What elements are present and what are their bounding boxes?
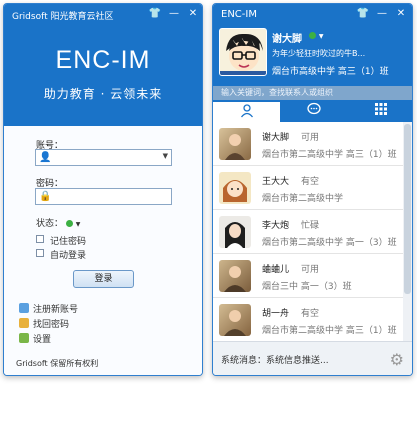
contact-row[interactable]: 胡一舟 有空 烟台市第二高级中学 高三（1）班: [213, 298, 403, 342]
online-status-icon: [309, 32, 316, 39]
main-window-title: ENC-IM: [221, 9, 257, 20]
contact-avatar: [219, 260, 251, 292]
copyright-text: Gridsoft 保留所有权利: [16, 359, 99, 368]
contact-school: 烟台市第二高级中学 高三（1）班: [262, 150, 397, 160]
personal-signature[interactable]: 为年少轻狂时吹过的牛B...: [272, 48, 410, 59]
skin-icon[interactable]: 👕: [148, 7, 162, 21]
user-school: 烟台市高级中学 高三（1）班: [272, 67, 389, 77]
settings-label: 设置: [33, 335, 52, 345]
lock-icon: 🔒: [39, 191, 52, 202]
login-button[interactable]: 登录: [73, 270, 134, 288]
contact-status: 忙碌: [301, 221, 320, 231]
tab-chats[interactable]: [280, 100, 347, 122]
scrollbar-thumb[interactable]: [404, 124, 411, 294]
contact-avatar: [219, 304, 251, 336]
contact-status: 有空: [301, 177, 320, 187]
main-tabs: [213, 100, 412, 122]
register-link[interactable]: 注册新账号: [19, 302, 78, 315]
contact-name: 王大大: [262, 177, 290, 187]
remember-password-checkbox[interactable]: [36, 235, 44, 243]
grid-icon: [374, 103, 387, 115]
contact-school: 烟台市第二高级中学 高一（3）班: [262, 238, 397, 248]
contact-list-scrollbar[interactable]: [403, 122, 412, 342]
user-avatar[interactable]: [219, 28, 267, 76]
online-status-icon: [65, 220, 73, 227]
contact-row[interactable]: 蛐蛐儿 可用 烟台三中 高一（3）班: [213, 254, 403, 298]
chat-bubble-icon: [306, 102, 321, 115]
contact-school: 烟台市第二高级中学 高三（1）班: [262, 326, 397, 336]
contact-name: 谢大脚: [262, 133, 290, 143]
brand-title: ENC-IM: [55, 46, 151, 74]
user-silhouette-icon: 👤: [39, 152, 52, 163]
account-field[interactable]: 👤 ▼: [35, 149, 172, 166]
contact-name: 胡一舟: [262, 309, 290, 319]
chevron-down-icon: ▼: [75, 221, 81, 228]
minimize-icon[interactable]: —: [167, 7, 181, 21]
chevron-down-icon: ▼: [318, 33, 324, 40]
contact-school: 烟台市第二高级中学: [262, 194, 344, 204]
contact-search[interactable]: 输入关键词，查找联系人或组织: [213, 86, 412, 100]
contact-row[interactable]: 王大大 有空 烟台市第二高级中学: [213, 166, 403, 210]
gear-icon[interactable]: ⚙: [390, 350, 404, 369]
key-icon: [19, 318, 29, 328]
contact-avatar: [219, 172, 251, 204]
self-status[interactable]: ▼: [309, 31, 324, 41]
status-selector[interactable]: 状态： ▼: [36, 216, 80, 229]
status-label: 状态：: [36, 219, 64, 229]
login-banner: ENC-IM 助力教育 · 云领未来: [4, 26, 202, 126]
settings-link[interactable]: 设置: [19, 332, 51, 345]
contact-school: 烟台三中 高一（3）班: [262, 282, 352, 292]
register-icon: [19, 303, 29, 313]
brand-slogan: 助力教育 · 云领未来: [43, 87, 163, 101]
chevron-down-icon[interactable]: ▼: [163, 152, 168, 160]
contact-row[interactable]: 李大炮 忙碌 烟台市第二高级中学 高一（3）班: [213, 210, 403, 254]
password-field[interactable]: 🔒: [35, 188, 172, 205]
search-placeholder: 输入关键词，查找联系人或组织: [221, 88, 333, 97]
user-name: 谢大脚: [272, 34, 302, 45]
close-icon[interactable]: ✕: [186, 7, 200, 21]
status-footer: 系统消息：系统信息推送... ⚙: [213, 341, 412, 375]
login-window-title: Gridsoft 阳光教育云社区: [12, 12, 114, 22]
contact-avatar: [219, 216, 251, 248]
tab-contacts[interactable]: [213, 100, 280, 122]
settings-icon: [19, 333, 29, 343]
main-window: ENC-IM 👕 — ✕ 谢大脚 ▼ 为年少轻狂时吹过的牛B... 烟台市高级中…: [212, 3, 413, 376]
profile-header: ENC-IM 👕 — ✕ 谢大脚 ▼ 为年少轻狂时吹过的牛B... 烟台市高级中…: [213, 4, 412, 86]
contact-status: 有空: [301, 309, 320, 319]
auto-login-label: 自动登录: [50, 251, 87, 261]
contact-list: 谢大脚 可用 烟台市第二高级中学 高三（1）班 王大大 有空 烟台市第二高级中学…: [213, 122, 403, 342]
auto-login-checkbox[interactable]: [36, 249, 44, 257]
login-window: Gridsoft 阳光教育云社区 👕 — ✕ ENC-IM 助力教育 · 云领未…: [3, 3, 203, 376]
contact-avatar: [219, 128, 251, 160]
contact-row[interactable]: 谢大脚 可用 烟台市第二高级中学 高三（1）班: [213, 122, 403, 166]
minimize-icon[interactable]: —: [375, 7, 389, 21]
tab-apps[interactable]: [347, 100, 412, 122]
system-message[interactable]: 系统消息：系统信息推送...: [221, 353, 329, 366]
recover-label: 找回密码: [33, 320, 70, 330]
login-titlebar: Gridsoft 阳光教育云社区 👕 — ✕: [4, 4, 202, 26]
contact-status: 可用: [301, 265, 320, 275]
recover-password-link[interactable]: 找回密码: [19, 317, 69, 330]
person-icon: [240, 104, 253, 118]
remember-password-label: 记住密码: [50, 237, 87, 247]
register-label: 注册新账号: [33, 305, 79, 315]
contact-name: 李大炮: [262, 221, 290, 231]
contact-status: 可用: [301, 133, 320, 143]
skin-icon[interactable]: 👕: [356, 7, 370, 21]
close-icon[interactable]: ✕: [394, 7, 408, 21]
contact-name: 蛐蛐儿: [262, 265, 290, 275]
